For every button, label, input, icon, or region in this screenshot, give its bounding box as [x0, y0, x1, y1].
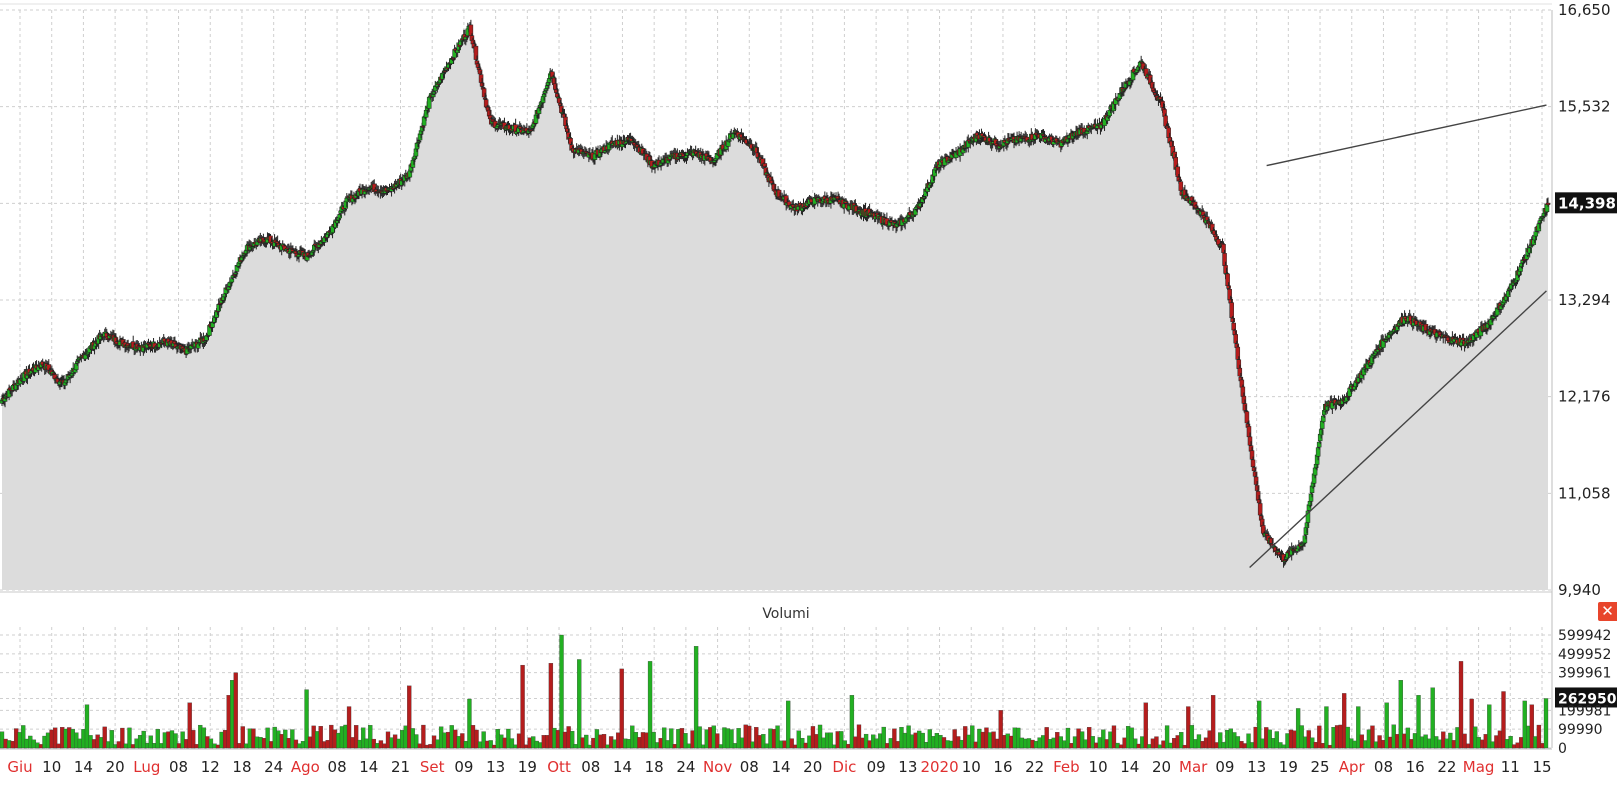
volume-bar — [421, 724, 426, 749]
date-tick-label: 20 — [1152, 758, 1171, 776]
date-tick-label: Mar — [1179, 758, 1208, 776]
date-tick-label: 18 — [645, 758, 664, 776]
candle-body — [1178, 181, 1184, 191]
stock-chart: 16,650 15,532 14,398 13,294 12,176 11,058 9,94… — [0, 0, 1617, 800]
date-tick-label: 14 — [613, 758, 632, 776]
date-tick-label: 21 — [391, 758, 410, 776]
date-tick-label: 12 — [201, 758, 220, 776]
date-tick-label: Dic — [832, 758, 856, 776]
date-tick-label: Mag — [1463, 758, 1495, 776]
date-tick-label: 15 — [1532, 758, 1551, 776]
date-tick-label: 08 — [740, 758, 759, 776]
date-tick-label: 19 — [1279, 758, 1298, 776]
date-tick-label: 14 — [771, 758, 790, 776]
price-tick-label: 9,940 — [1558, 581, 1601, 599]
price-tick-label: 15,532 — [1558, 98, 1611, 116]
date-tick-label: 14 — [1120, 758, 1139, 776]
date-tick-label: 22 — [1437, 758, 1456, 776]
date-tick-label: 18 — [232, 758, 251, 776]
date-tick-label: Giu — [7, 758, 32, 776]
volume-tick-label: 499952 — [1558, 647, 1611, 663]
trend-line-upper — [1266, 104, 1547, 167]
candle-body — [726, 139, 732, 142]
price-tick-label: 13,294 — [1558, 291, 1611, 309]
date-tick-label: Nov — [703, 758, 732, 776]
date-tick-label: 13 — [898, 758, 917, 776]
date-tick-label: 08 — [581, 758, 600, 776]
volume-bars — [0, 634, 1549, 749]
volume-tick-label: 199981 — [1558, 703, 1611, 719]
date-tick-label: Lug — [133, 758, 160, 776]
volume-tick-label: 399961 — [1558, 666, 1611, 682]
volume-bar — [1143, 702, 1148, 749]
date-tick-label: Ago — [291, 758, 320, 776]
date-tick-label: Feb — [1053, 758, 1080, 776]
date-tick-label: 20 — [106, 758, 125, 776]
volume-tick-label: 0 — [1558, 741, 1567, 757]
date-tick-label: 16 — [1406, 758, 1425, 776]
price-tick-label: 11,058 — [1558, 484, 1611, 502]
volume-bar — [1543, 698, 1549, 749]
date-tick-label: 24 — [264, 758, 283, 776]
volume-bar — [619, 668, 624, 749]
volume-bar — [577, 659, 582, 749]
candle-body — [1244, 411, 1250, 424]
date-tick-label: 16 — [993, 758, 1012, 776]
volume-tick-label: 599942 — [1558, 628, 1611, 644]
volume-bar — [1324, 706, 1329, 749]
date-tick-label: 14 — [74, 758, 93, 776]
date-tick-label: 13 — [486, 758, 505, 776]
date-tick-label: Apr — [1339, 758, 1366, 776]
date-tick-label: 14 — [359, 758, 378, 776]
date-tick-label: 25 — [1310, 758, 1329, 776]
date-tick-label: 10 — [42, 758, 61, 776]
date-tick-label: 08 — [328, 758, 347, 776]
date-tick-label: 11 — [1501, 758, 1520, 776]
date-tick-label: 08 — [1374, 758, 1393, 776]
date-tick-label: 13 — [1247, 758, 1266, 776]
price-tick-label: 12,176 — [1558, 388, 1611, 406]
volume-bar — [520, 664, 525, 749]
price-tick-label: 16,650 — [1558, 1, 1611, 19]
date-tick-label: 24 — [676, 758, 695, 776]
volume-bar — [559, 634, 564, 749]
date-tick-label: 09 — [867, 758, 886, 776]
date-axis: Giu 10 14 20 Lug 08 12 18 24 Ago 08 14 21 Set 09 13 19 Ot… — [7, 758, 1551, 776]
chart-canvas: 16,650 15,532 14,398 13,294 12,176 11,058 9,94… — [0, 1, 1617, 776]
volume-tick-label: 99990 — [1558, 722, 1603, 738]
date-tick-label: 19 — [518, 758, 537, 776]
date-tick-label: 2020 — [920, 758, 958, 776]
date-tick-label: Ott — [547, 758, 571, 776]
date-tick-label: 22 — [1025, 758, 1044, 776]
candle-body — [1545, 202, 1551, 205]
candle-body — [1229, 302, 1234, 318]
volume-bar — [233, 672, 238, 749]
volume-panel-title: Volumi — [762, 606, 809, 622]
candle-body — [1250, 459, 1256, 468]
date-tick-label: 20 — [803, 758, 822, 776]
date-tick-label: 09 — [454, 758, 473, 776]
volume-bar — [1210, 695, 1216, 749]
close-icon: ✕ — [1601, 602, 1614, 620]
date-tick-label: 08 — [169, 758, 188, 776]
last-price-label: 14,398 — [1558, 194, 1616, 212]
date-tick-label: 10 — [1089, 758, 1108, 776]
close-volume-panel-button[interactable]: ✕ — [1598, 602, 1617, 621]
candle-body — [1533, 231, 1539, 237]
date-tick-label: 09 — [1215, 758, 1234, 776]
date-tick-label: Set — [420, 758, 445, 776]
date-tick-label: 10 — [962, 758, 981, 776]
